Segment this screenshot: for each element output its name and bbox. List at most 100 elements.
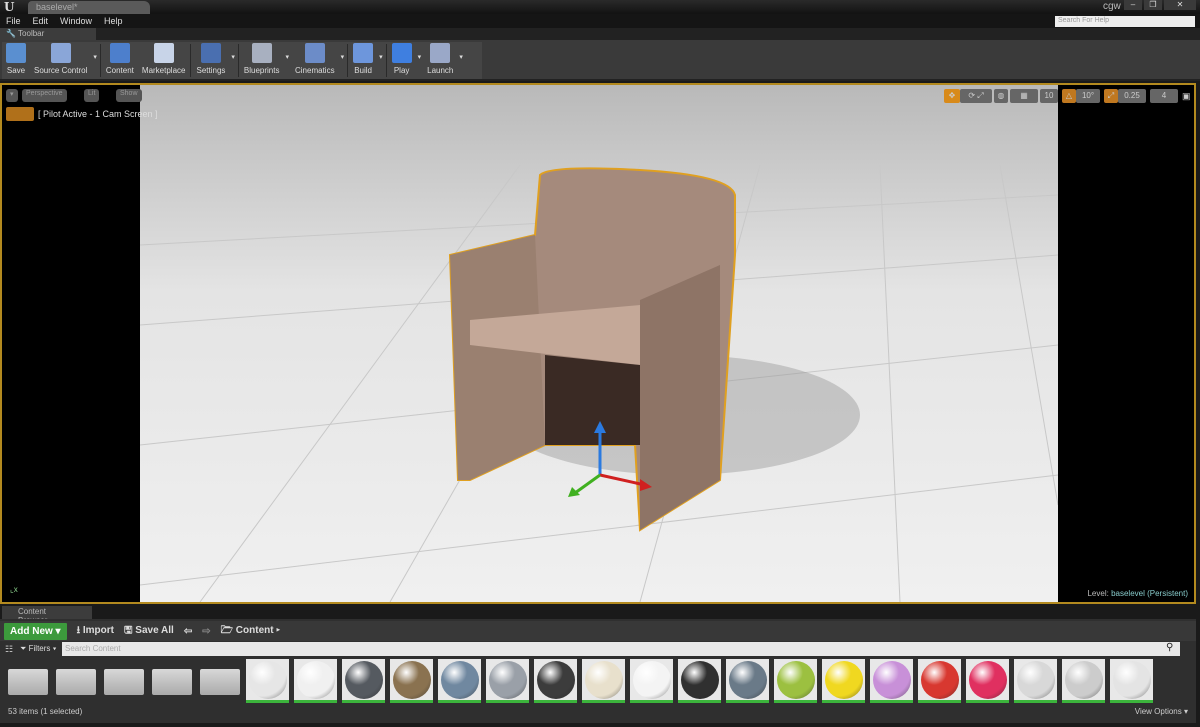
material-sphere-icon <box>632 660 671 699</box>
toolbar-tab[interactable]: 🔧 Toolbar <box>0 28 96 40</box>
pilot-status: [ Pilot Active - 1 Cam Screen ] <box>38 109 158 119</box>
material-item[interactable] <box>966 659 1009 703</box>
material-item[interactable] <box>342 659 385 703</box>
unreal-logo-icon[interactable]: U <box>4 0 14 14</box>
launch-button[interactable]: Launch <box>423 42 457 79</box>
blueprints-button[interactable]: Blueprints <box>240 42 284 79</box>
rotate-scale-mode-icon[interactable]: ⟳ ⤢ <box>960 89 992 103</box>
launch-dropdown-icon[interactable]: ▾ <box>457 53 465 61</box>
save-label: Save <box>6 66 26 75</box>
settings-button[interactable]: Settings <box>192 42 229 79</box>
content-button[interactable]: Content <box>102 42 138 79</box>
document-tab[interactable]: baselevel* <box>28 1 150 14</box>
forward-button[interactable]: ⇨ <box>202 626 210 637</box>
tab-strip <box>0 28 1200 40</box>
build-button[interactable]: Build <box>349 42 377 79</box>
rotation-snap-icon[interactable]: △ <box>1062 89 1076 103</box>
content-search-input[interactable]: Search Content <box>62 642 1180 656</box>
toolbar-separator <box>237 44 239 77</box>
viewport-options-button[interactable]: ▾ <box>6 89 18 102</box>
sources-toggle-icon[interactable]: ☷ <box>5 644 13 655</box>
marketplace-button[interactable]: Marketplace <box>138 42 190 79</box>
material-item[interactable] <box>726 659 769 703</box>
material-item[interactable] <box>678 659 721 703</box>
material-sphere-icon <box>296 660 335 699</box>
material-item[interactable] <box>246 659 289 703</box>
material-item[interactable] <box>1062 659 1105 703</box>
folder-item[interactable] <box>102 659 145 703</box>
material-item[interactable] <box>438 659 481 703</box>
play-dropdown-icon[interactable]: ▾ <box>416 53 424 61</box>
settings-label: Settings <box>196 66 226 75</box>
import-button[interactable]: ⭳ Import <box>77 623 114 640</box>
scale-snap-icon[interactable]: ⤢ <box>1104 89 1118 103</box>
menu-help[interactable]: Help <box>104 16 123 26</box>
back-button[interactable]: ⇦ <box>184 626 192 637</box>
menu-file[interactable]: File <box>6 16 21 26</box>
maximize-button[interactable]: ❐ <box>1144 0 1162 10</box>
material-item[interactable] <box>918 659 961 703</box>
pilot-eject-icon[interactable] <box>6 107 34 121</box>
maximize-viewport-icon[interactable]: ▣ <box>1182 91 1191 102</box>
material-item[interactable] <box>486 659 529 703</box>
filters-label: Filters ▾ <box>28 644 57 653</box>
rotation-snap-value[interactable]: 10° <box>1076 89 1100 103</box>
translate-mode-icon[interactable]: ✥ <box>944 89 960 103</box>
play-button[interactable]: Play <box>388 42 416 79</box>
material-item[interactable] <box>1110 659 1153 703</box>
armchair[interactable] <box>448 167 736 532</box>
source-control-dropdown-icon[interactable]: ▾ <box>91 53 99 61</box>
show-button[interactable]: Show <box>116 89 142 102</box>
cinematics-button[interactable]: Cinematics <box>291 42 339 79</box>
material-item[interactable] <box>1014 659 1057 703</box>
material-item[interactable] <box>774 659 817 703</box>
world-local-icon[interactable]: ◍ <box>994 89 1008 103</box>
view-options-button[interactable]: View Options ▾ <box>1135 707 1188 716</box>
material-sphere-icon <box>392 660 431 699</box>
material-item[interactable] <box>870 659 913 703</box>
cinematics-icon <box>304 43 325 63</box>
user-name[interactable]: cgw <box>1103 1 1121 12</box>
save-button[interactable]: Save <box>2 42 30 79</box>
blueprints-dropdown-icon[interactable]: ▾ <box>283 53 291 61</box>
material-item[interactable] <box>534 659 577 703</box>
source-control-button[interactable]: Source Control <box>30 42 91 79</box>
material-item[interactable] <box>630 659 673 703</box>
material-sphere-icon <box>680 660 719 699</box>
folder-item[interactable] <box>6 659 49 703</box>
grid-snap-toggle-icon[interactable]: ▦ <box>1010 89 1038 103</box>
grid-snap-value[interactable]: 10 <box>1040 89 1058 103</box>
path-content[interactable]: 🗁 Content ▸ <box>221 623 280 640</box>
settings-dropdown-icon[interactable]: ▾ <box>229 53 237 61</box>
toolbar-separator <box>99 44 101 77</box>
material-item[interactable] <box>294 659 337 703</box>
level-viewport[interactable]: ▾ Perspective Lit Show [ Pilot Active - … <box>0 83 1196 604</box>
menu-bar: File Edit Window Help <box>0 14 1200 28</box>
minimize-button[interactable]: – <box>1124 0 1142 10</box>
save-all-label: Save All <box>135 624 174 636</box>
help-search-input[interactable]: Search For Help <box>1055 16 1195 27</box>
menu-window[interactable]: Window <box>60 16 92 26</box>
save-all-button[interactable]: 🖫 Save All <box>124 623 174 640</box>
material-item[interactable] <box>390 659 433 703</box>
lit-button[interactable]: Lit <box>84 89 100 102</box>
viewport-scene[interactable] <box>139 85 1059 602</box>
scale-snap-value[interactable]: 0.25 <box>1118 89 1146 103</box>
camera-speed-value[interactable]: 4 <box>1150 89 1178 103</box>
perspective-button[interactable]: Perspective <box>22 89 67 102</box>
build-label: Build <box>354 66 372 75</box>
menu-edit[interactable]: Edit <box>33 16 49 26</box>
material-item[interactable] <box>582 659 625 703</box>
add-new-button[interactable]: Add New ▾ <box>4 622 67 640</box>
material-item[interactable] <box>822 659 865 703</box>
folder-item[interactable] <box>198 659 241 703</box>
import-label: Import <box>82 624 114 636</box>
content-browser-tab[interactable]: Content Browser <box>2 606 92 625</box>
material-sphere-icon <box>536 660 575 699</box>
close-button[interactable]: ✕ <box>1164 0 1196 10</box>
filters-button[interactable]: ⏷ Filters ▾ <box>20 644 57 654</box>
folder-item[interactable] <box>150 659 193 703</box>
folder-item[interactable] <box>54 659 97 703</box>
build-dropdown-icon[interactable]: ▾ <box>377 53 385 61</box>
cinematics-dropdown-icon[interactable]: ▾ <box>339 53 347 61</box>
